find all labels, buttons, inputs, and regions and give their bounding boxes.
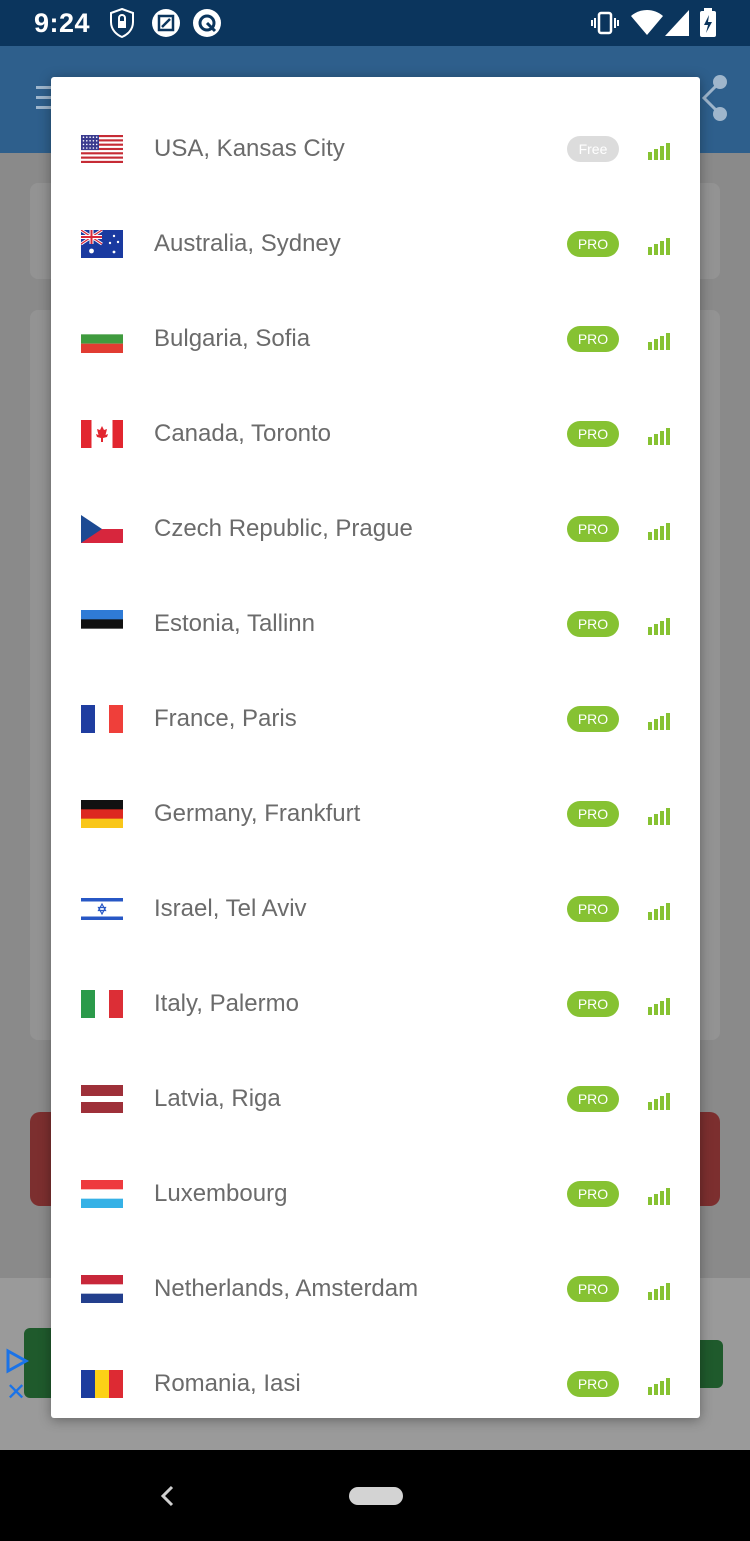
signal-strength-icon [648, 138, 672, 160]
signal-strength-icon [648, 1088, 672, 1110]
flag-us-icon [81, 135, 123, 163]
signal-strength-icon [648, 613, 672, 635]
server-row[interactable]: Canada, Toronto PRO [51, 362, 700, 457]
pro-badge: PRO [567, 516, 619, 542]
ad-choices-icon[interactable] [4, 1348, 30, 1374]
server-name: Canada, Toronto [154, 420, 332, 447]
pro-badge: PRO [567, 231, 619, 257]
flag-au-icon [81, 230, 123, 258]
signal-strength-icon [648, 233, 672, 255]
server-row[interactable]: Romania, Iasi PRO [51, 1312, 700, 1407]
server-name: Latvia, Riga [154, 1085, 281, 1112]
signal-strength-icon [648, 1278, 672, 1300]
flag-fr-icon [81, 705, 123, 733]
pro-badge: PRO [567, 1371, 619, 1397]
server-row[interactable]: USA, Kansas City Free [51, 77, 700, 172]
server-name: Netherlands, Amsterdam [154, 1275, 419, 1302]
signal-strength-icon [648, 328, 672, 350]
server-row[interactable]: Germany, Frankfurt PRO [51, 742, 700, 837]
flag-nl-icon [81, 1275, 123, 1303]
pro-badge: PRO [567, 801, 619, 827]
server-row[interactable]: Czech Republic, Prague PRO [51, 457, 700, 552]
server-name: USA, Kansas City [154, 135, 345, 162]
signal-strength-icon [648, 1373, 672, 1395]
server-name: Czech Republic, Prague [154, 515, 413, 542]
signal-strength-icon [648, 803, 672, 825]
signal-strength-icon [648, 518, 672, 540]
screenshot-app-icon [151, 8, 181, 43]
pro-badge: PRO [567, 991, 619, 1017]
flag-cz-icon [81, 515, 123, 543]
ad-close-icon[interactable]: ✕ [6, 1378, 26, 1407]
flag-de-icon [81, 800, 123, 828]
vpn-shield-icon [110, 7, 134, 43]
server-row[interactable]: Australia, Sydney PRO [51, 172, 700, 267]
signal-strength-icon [648, 1183, 672, 1205]
server-name: France, Paris [154, 705, 297, 732]
pro-badge: PRO [567, 326, 619, 352]
server-name: Luxembourg [154, 1180, 288, 1207]
share-icon [701, 75, 727, 121]
vibrate-icon [590, 8, 620, 43]
signal-strength-icon [648, 708, 672, 730]
pro-badge: PRO [567, 421, 619, 447]
wifi-icon [630, 8, 664, 43]
signal-strength-icon [648, 993, 672, 1015]
server-row[interactable]: Israel, Tel Aviv PRO [51, 837, 700, 932]
server-name: Australia, Sydney [154, 230, 341, 257]
flag-lu-icon [81, 1180, 123, 1208]
flag-ee-icon [81, 610, 123, 638]
server-name: Bulgaria, Sofia [154, 325, 311, 352]
server-row[interactable]: Italy, Palermo PRO [51, 932, 700, 1027]
pro-badge: PRO [567, 706, 619, 732]
server-row[interactable]: Netherlands, Amsterdam PRO [51, 1217, 700, 1312]
server-row[interactable]: Estonia, Tallinn PRO [51, 552, 700, 647]
status-time: 9:24 [34, 8, 91, 38]
flag-bg-icon [81, 325, 123, 353]
server-row[interactable]: Bulgaria, Sofia PRO [51, 267, 700, 362]
flag-ca-icon [81, 420, 123, 448]
pro-badge: PRO [567, 1181, 619, 1207]
server-row[interactable]: France, Paris PRO [51, 647, 700, 742]
server-name: Germany, Frankfurt [154, 800, 361, 827]
home-pill-icon[interactable] [349, 1487, 403, 1505]
server-list-dialog: USA, Kansas City Free Australia, Sydney … [51, 77, 700, 1418]
flag-lv-icon [81, 1085, 123, 1113]
flag-ro-icon [81, 1370, 123, 1398]
server-name: Israel, Tel Aviv [154, 895, 307, 922]
pro-badge: PRO [567, 611, 619, 637]
flag-it-icon [81, 990, 123, 1018]
server-row[interactable]: Luxembourg PRO [51, 1122, 700, 1217]
back-icon[interactable] [158, 1480, 178, 1512]
flag-il-icon [81, 895, 123, 923]
server-name: Estonia, Tallinn [154, 610, 315, 637]
signal-strength-icon [648, 898, 672, 920]
pro-badge: PRO [567, 896, 619, 922]
server-name: Italy, Palermo [154, 990, 299, 1017]
free-badge: Free [567, 136, 619, 162]
server-name: Romania, Iasi [154, 1370, 301, 1397]
sync-app-icon [192, 8, 222, 43]
signal-strength-icon [648, 423, 672, 445]
battery-icon [699, 8, 717, 43]
pro-badge: PRO [567, 1276, 619, 1302]
server-row[interactable]: Latvia, Riga PRO [51, 1027, 700, 1122]
cell-signal-icon [664, 8, 690, 43]
pro-badge: PRO [567, 1086, 619, 1112]
status-bar: 9:24 [0, 0, 750, 46]
